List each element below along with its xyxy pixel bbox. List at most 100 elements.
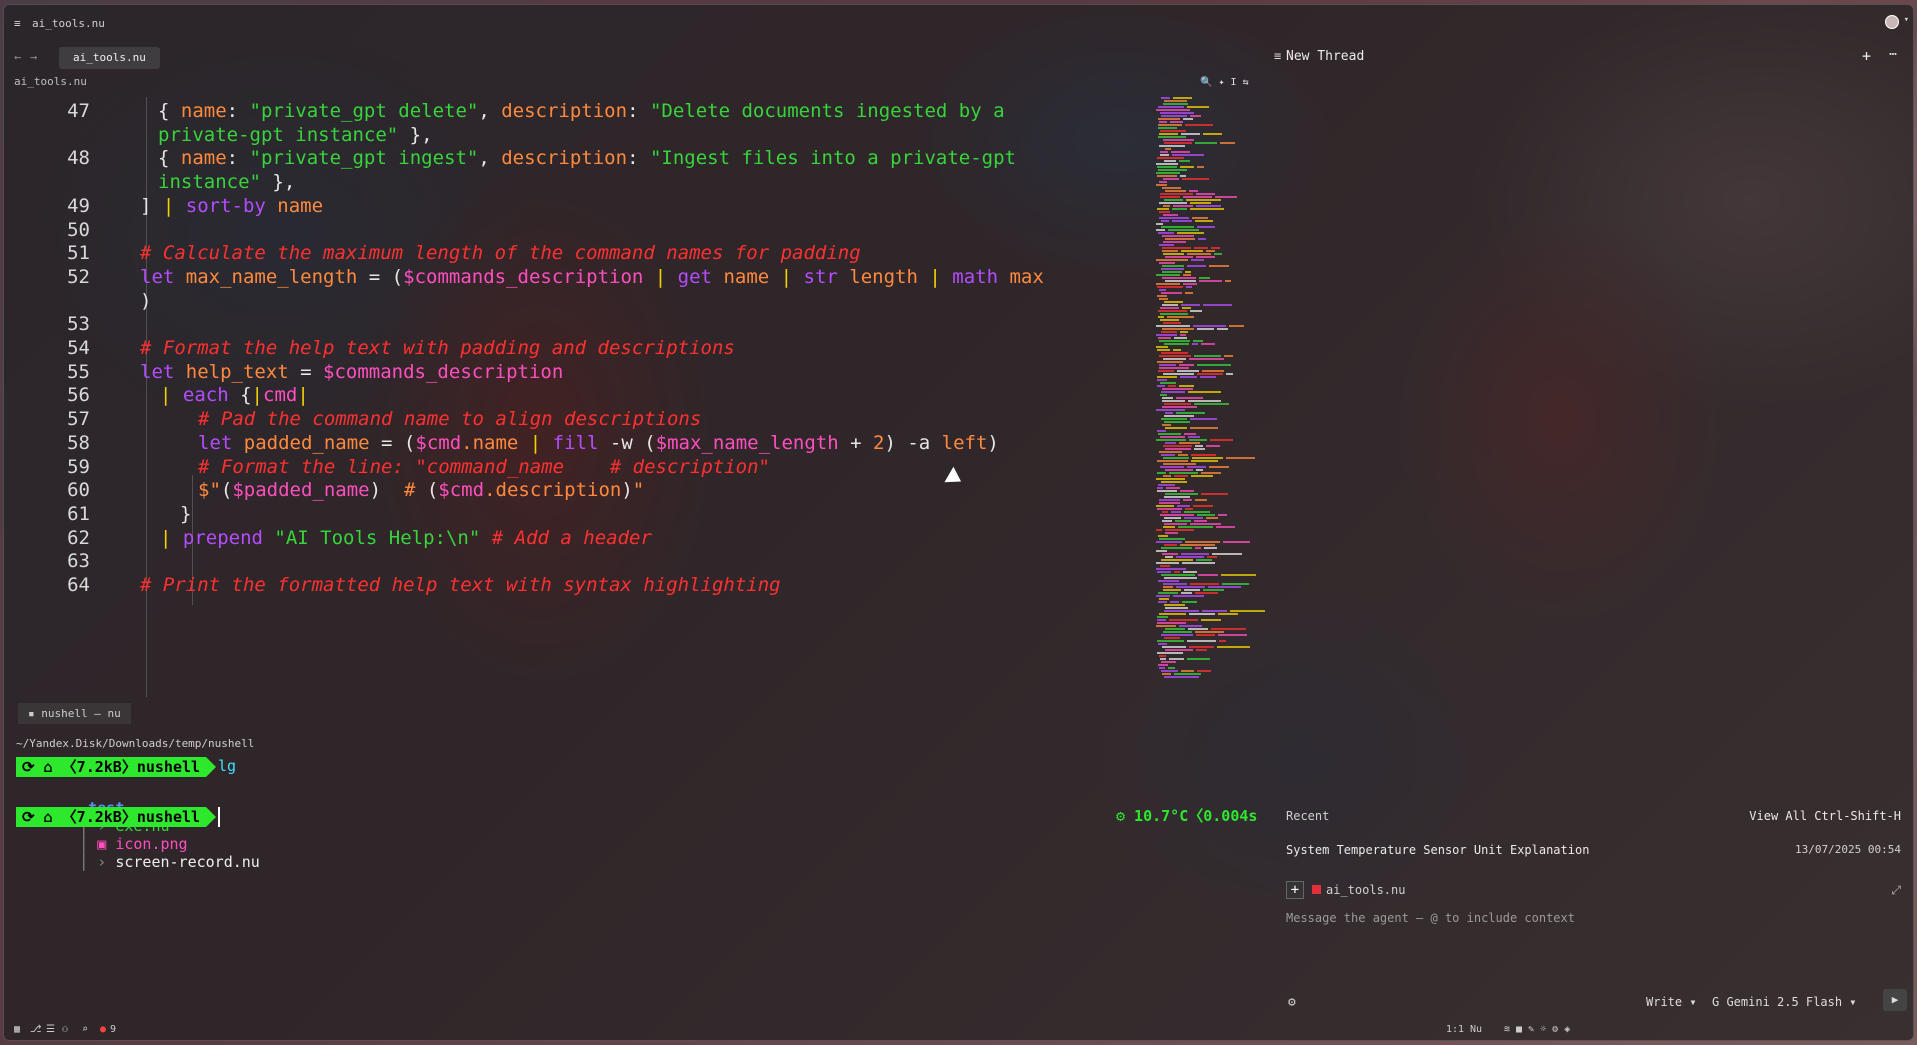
minimap-line bbox=[1158, 535, 1168, 537]
ls-item: icon.png bbox=[115, 835, 188, 853]
minimap-line bbox=[1159, 367, 1189, 369]
code-editor[interactable]: 47{ name: "private_gpt delete", descript… bbox=[4, 97, 1144, 697]
more-options-icon[interactable]: ⋯ bbox=[1889, 47, 1897, 62]
minimap-line bbox=[1194, 403, 1229, 405]
add-context-button[interactable]: + bbox=[1286, 881, 1304, 899]
code-token: : bbox=[226, 100, 250, 122]
code-line[interactable]: 62 | prepend "AI Tools Help:\n" # Add a h… bbox=[4, 524, 1144, 549]
code-line[interactable]: 47{ name: "private_gpt delete", descript… bbox=[4, 97, 1144, 122]
minimap-line bbox=[1156, 163, 1178, 165]
code-line[interactable]: 61} bbox=[4, 500, 1144, 525]
search-icon[interactable]: ⌕ bbox=[82, 1024, 88, 1035]
code-line[interactable]: 50 bbox=[4, 216, 1144, 241]
settings-icon[interactable]: ⚙ bbox=[1288, 995, 1296, 1010]
minimap-line bbox=[1158, 232, 1174, 234]
code-line[interactable]: 59 # Format the line: "command_name # des… bbox=[4, 453, 1144, 478]
minimap-line bbox=[1162, 235, 1194, 237]
minimap-line bbox=[1164, 301, 1183, 303]
code-line[interactable]: 53 bbox=[4, 310, 1144, 335]
minimap[interactable] bbox=[1154, 97, 1274, 697]
code-line[interactable]: 52 let max_name_length = ($commands_descr… bbox=[4, 263, 1144, 288]
code-token: }, bbox=[260, 171, 296, 194]
code-text: # Print the formatted help text with syn… bbox=[140, 571, 781, 600]
code-line[interactable]: 58 let padded_name = ($cmd.name | fill -w… bbox=[4, 429, 1144, 454]
tab-ai-tools[interactable]: ai_tools.nu bbox=[59, 47, 160, 69]
code-token: # Pad the command name to align descript… bbox=[198, 408, 702, 431]
minimap-line bbox=[1222, 583, 1249, 585]
code-line[interactable]: 56 | each {|cmd| bbox=[4, 381, 1144, 407]
minimap-line bbox=[1217, 328, 1228, 330]
model-selector[interactable]: G Gemini 2.5 Flash ▾ bbox=[1712, 995, 1857, 1009]
minimap-line bbox=[1164, 415, 1194, 417]
minimap-line bbox=[1178, 454, 1188, 456]
chevron-down-icon[interactable]: ▾ bbox=[1904, 15, 1909, 25]
minimap-line bbox=[1224, 355, 1233, 357]
code-line[interactable]: ) bbox=[4, 287, 1144, 312]
minimap-line bbox=[1157, 430, 1166, 432]
minimap-line bbox=[1181, 553, 1209, 555]
code-line[interactable]: instance" }, bbox=[4, 168, 1144, 194]
status-icons[interactable]: ≋ ■ ✎ ☼ ⚙ ◈ bbox=[1504, 1024, 1570, 1035]
code-line[interactable]: 64 # Print the formatted help text with s… bbox=[4, 571, 1144, 596]
new-thread-button[interactable]: + bbox=[1862, 47, 1871, 65]
agent-message-input[interactable] bbox=[1286, 911, 1886, 925]
minimap-line bbox=[1172, 154, 1204, 156]
minimap-line bbox=[1197, 166, 1204, 168]
code-token: # Add a header bbox=[480, 526, 652, 549]
code-line[interactable]: 49] | sort-by name bbox=[4, 192, 1144, 217]
hamburger-menu-icon[interactable]: ≡ bbox=[14, 17, 24, 30]
recent-thread-item[interactable]: System Temperature Sensor Unit Explanati… bbox=[1286, 843, 1589, 857]
minimap-line bbox=[1177, 370, 1199, 372]
code-line[interactable]: 57 # Pad the command name to align descri… bbox=[4, 405, 1144, 431]
git-icon[interactable]: ⎇ bbox=[30, 1024, 42, 1035]
language-mode[interactable]: Nu bbox=[1470, 1024, 1482, 1035]
send-button[interactable]: ▶ bbox=[1883, 989, 1907, 1011]
minimap-line bbox=[1157, 619, 1166, 621]
code-line[interactable]: 51 # Calculate the maximum length of the … bbox=[4, 239, 1144, 264]
panel-title: New Thread bbox=[1286, 49, 1365, 64]
minimap-line bbox=[1158, 337, 1171, 339]
back-arrow-icon[interactable]: ← bbox=[14, 50, 21, 64]
terminal-panel[interactable]: ~/Yandex.Disk/Downloads/temp/nushell ⟳ ⌂… bbox=[4, 727, 1274, 1027]
code-line[interactable]: 54 # Format the help text with padding an… bbox=[4, 334, 1144, 359]
minimap-line bbox=[1163, 463, 1196, 465]
cursor-position[interactable]: 1:1 bbox=[1446, 1024, 1464, 1035]
context-file-chip[interactable]: ai_tools.nu bbox=[1312, 883, 1405, 897]
minimap-line bbox=[1165, 190, 1186, 192]
expand-icon[interactable]: ⤢ bbox=[1891, 883, 1901, 898]
view-all-button[interactable]: View All Ctrl-Shift-H bbox=[1749, 809, 1901, 823]
code-token: | bbox=[160, 384, 183, 407]
code-line[interactable]: 48{ name: "private_gpt ingest", descript… bbox=[4, 144, 1144, 169]
minimap-line bbox=[1159, 289, 1166, 291]
code-line[interactable]: private-gpt instance" }, bbox=[4, 121, 1144, 146]
minimap-line bbox=[1220, 142, 1235, 144]
breadcrumb[interactable]: ai_tools.nu bbox=[14, 75, 87, 88]
user-avatar[interactable] bbox=[1885, 15, 1899, 29]
minimap-line bbox=[1192, 457, 1223, 459]
minimap-line bbox=[1158, 601, 1167, 603]
minimap-line bbox=[1165, 649, 1193, 651]
outline-icon[interactable]: ☰ bbox=[46, 1024, 55, 1035]
minimap-line bbox=[1164, 142, 1192, 144]
minimap-toolbar[interactable]: 🔍✦I⇆ bbox=[1200, 77, 1255, 88]
mode-selector[interactable]: Write ▾ bbox=[1646, 995, 1697, 1009]
minimap-line bbox=[1158, 136, 1186, 138]
project-panel-icon[interactable]: ▦ bbox=[14, 1024, 20, 1035]
code-token: | bbox=[917, 265, 953, 288]
code-token: # Format the help text with padding and … bbox=[140, 337, 735, 359]
minimap-line bbox=[1160, 193, 1193, 195]
minimap-line bbox=[1182, 601, 1197, 603]
minimap-line bbox=[1187, 658, 1210, 660]
terminal-tab[interactable]: ▪ nushell — nu bbox=[18, 703, 131, 724]
minimap-line bbox=[1157, 640, 1184, 642]
diagnostics-icon[interactable]: ● bbox=[100, 1024, 106, 1035]
forward-arrow-icon[interactable]: → bbox=[30, 50, 37, 64]
collab-icon[interactable]: ⚇ bbox=[62, 1024, 68, 1035]
code-line[interactable]: 63 bbox=[4, 547, 1144, 572]
thread-list-icon[interactable]: ≡ bbox=[1274, 49, 1281, 63]
minimap-line bbox=[1209, 466, 1229, 468]
minimap-line bbox=[1164, 523, 1187, 525]
code-line[interactable]: 55 let help_text = $commands_description bbox=[4, 358, 1144, 383]
code-line[interactable]: 60 $"($padded_name) # ($cmd.description)" bbox=[4, 476, 1144, 501]
minimap-line bbox=[1163, 214, 1178, 216]
